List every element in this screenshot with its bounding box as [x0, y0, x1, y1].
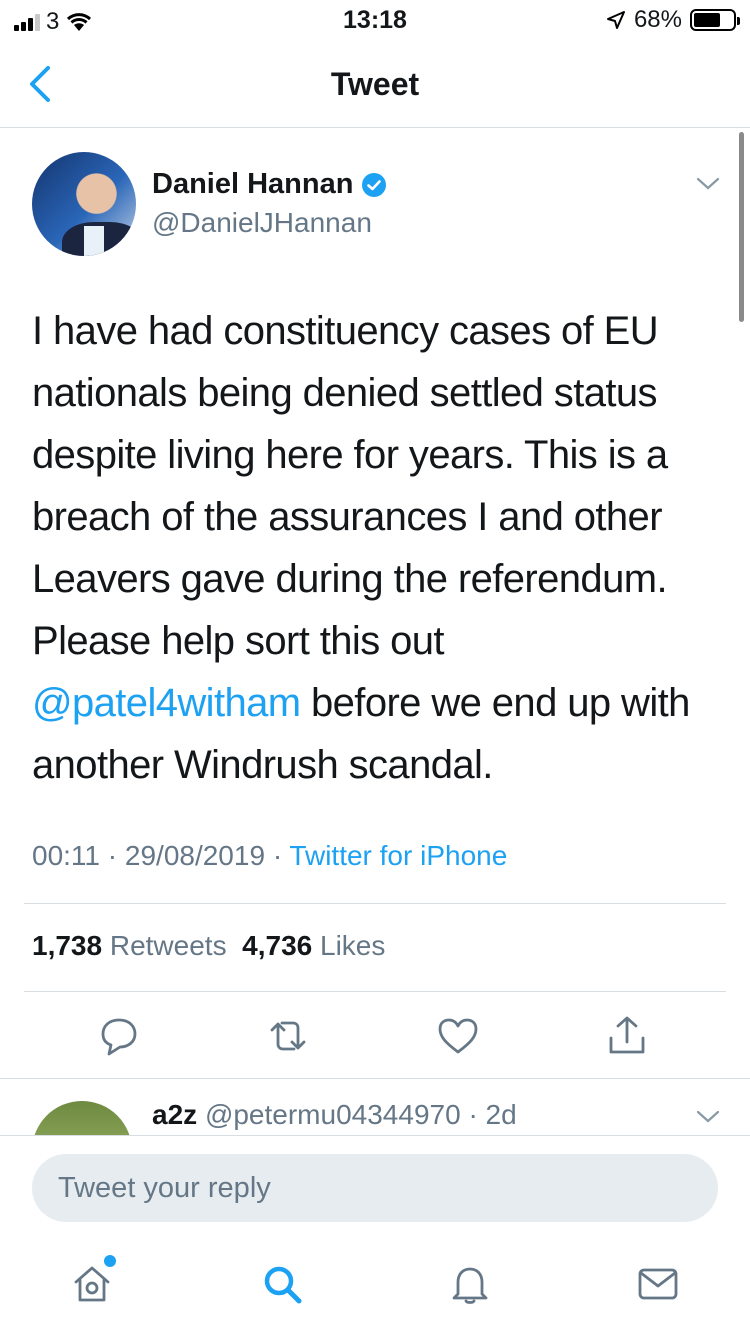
meta-separator: · — [272, 840, 290, 871]
location-arrow-icon — [606, 11, 625, 29]
status-bar: 3 13:18 68% — [0, 0, 750, 40]
meta-separator: · — [468, 1099, 486, 1130]
retweets-count: 1,738 — [32, 930, 103, 961]
reply-avatar[interactable] — [32, 1101, 132, 1135]
home-icon[interactable] — [68, 1260, 116, 1308]
tweet-time: 00:11 — [32, 840, 100, 871]
chevron-down-icon[interactable] — [696, 1109, 720, 1125]
likes-stat[interactable]: 4,736 Likes — [242, 930, 385, 961]
home-notification-dot — [104, 1255, 116, 1267]
retweets-label: Retweets — [109, 930, 227, 961]
meta-separator: · — [107, 840, 125, 871]
reply-header: a2z @petermu04344970 · 2d — [152, 1099, 517, 1131]
tab-bar — [0, 1240, 750, 1334]
search-icon[interactable] — [258, 1260, 306, 1308]
chevron-down-icon[interactable] — [696, 176, 720, 192]
status-right: 68% — [606, 6, 740, 34]
tweet-text: I have had constituency cases of EU nati… — [32, 300, 722, 796]
tweet-text-part: I have had constituency cases of EU nati… — [32, 309, 668, 663]
battery-percent: 68% — [633, 6, 682, 33]
verified-badge-icon — [362, 172, 387, 197]
tweet-meta: 00:11 · 29/08/2019 · Twitter for iPhone — [32, 840, 507, 872]
tweet-actions — [0, 1012, 750, 1060]
reply-author-name[interactable]: a2z — [152, 1099, 197, 1130]
notifications-bell-icon[interactable] — [446, 1260, 494, 1308]
share-icon[interactable] — [603, 1012, 651, 1060]
author-avatar[interactable] — [32, 152, 136, 256]
reply-composer — [0, 1135, 750, 1240]
divider — [24, 903, 726, 904]
author-handle[interactable]: @DanielJHannan — [152, 207, 387, 239]
mention-link[interactable]: @patel4witham — [32, 681, 301, 725]
avatar-shirt — [84, 226, 104, 256]
messages-envelope-icon[interactable] — [634, 1260, 682, 1308]
tweet-stats: 1,738 Retweets 4,736 Likes — [32, 930, 385, 962]
reply-row[interactable]: a2z @petermu04344970 · 2d — [0, 1079, 750, 1135]
nav-bar: Tweet — [0, 40, 750, 128]
battery-icon — [690, 9, 740, 31]
reply-author-handle[interactable]: @petermu04344970 — [205, 1099, 461, 1130]
author-block[interactable]: Daniel Hannan @DanielJHannan — [152, 168, 387, 239]
retweets-stat[interactable]: 1,738 Retweets — [32, 930, 227, 961]
author-name-row: Daniel Hannan — [152, 168, 387, 201]
author-name[interactable]: Daniel Hannan — [152, 168, 353, 201]
reply-icon[interactable] — [95, 1012, 143, 1060]
reply-input[interactable] — [32, 1154, 718, 1222]
divider — [24, 991, 726, 992]
retweet-icon[interactable] — [264, 1012, 312, 1060]
battery-fill — [694, 13, 720, 27]
tweet-source-link[interactable]: Twitter for iPhone — [289, 840, 507, 871]
scrollbar[interactable] — [739, 132, 744, 322]
likes-label: Likes — [320, 930, 386, 961]
like-heart-icon[interactable] — [434, 1012, 482, 1060]
page-title: Tweet — [330, 66, 420, 102]
likes-count: 4,736 — [242, 930, 313, 961]
tweet-date: 29/08/2019 — [124, 840, 266, 871]
reply-age: 2d — [485, 1099, 517, 1130]
